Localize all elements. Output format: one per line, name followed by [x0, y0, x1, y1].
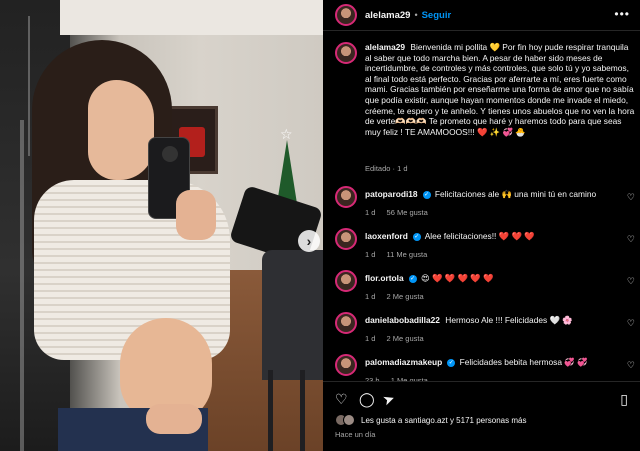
comment-time: 1 d [365, 334, 376, 343]
comment-meta: 1 d 2 Me gusta [365, 292, 433, 301]
post-actions: ♡ ◯ ➤ ▯ Les gusta a santiago.azt y 5171 … [323, 381, 640, 451]
more-horizontal-icon[interactable]: ••• [614, 7, 630, 21]
comment-time: 1 d [365, 208, 376, 217]
heart-icon[interactable]: ♡ [627, 192, 635, 203]
avatar[interactable] [335, 354, 357, 376]
comment-body: danielabobadilla22 Hermoso Ale !!! Felic… [365, 315, 613, 326]
comment-text: Hermoso Ale !!! Felicidades 🤍 🌸 [445, 315, 573, 325]
avatar[interactable] [335, 42, 357, 64]
comment-meta: 1 d 56 Me gusta [365, 208, 437, 217]
heart-icon[interactable]: ♡ [335, 391, 348, 408]
photo-ceiling [60, 0, 323, 35]
separator-dot: • [414, 10, 418, 20]
comment-username[interactable]: laoxenford [365, 231, 408, 241]
caption-time: 1 d [397, 164, 408, 173]
caption-meta: Editado · 1 d [365, 164, 408, 173]
comment-body: flor.ortola ✓ 😍 ❤️ ❤️ ❤️ ❤️ ❤️ [365, 273, 613, 284]
caption-text: alelama29 Bienvenida mi pollita 💛 Por fi… [365, 42, 635, 137]
comment-likes[interactable]: 2 Me gusta [387, 292, 424, 301]
edited-label: Editado [365, 164, 391, 173]
photo-chair [262, 250, 323, 380]
caption-body: Bienvenida mi pollita 💛 Por fin hoy pude… [365, 42, 635, 137]
comment-body: palomadiazmakeup ✓ Felicidades bebita her… [365, 357, 613, 368]
photo-mirror-edge [20, 120, 24, 451]
comment-username[interactable]: flor.ortola [365, 273, 404, 283]
post-photo[interactable]: ☆ › [0, 0, 323, 451]
avatar[interactable] [335, 4, 357, 26]
heart-icon[interactable]: ♡ [627, 360, 635, 371]
likes-text[interactable]: Les gusta a santiago.azt y 5171 personas… [361, 416, 526, 425]
photo-hand [176, 190, 216, 240]
comment-username[interactable]: danielabobadilla22 [365, 315, 440, 325]
avatar[interactable] [335, 186, 357, 208]
comment-meta: 1 d 2 Me gusta [365, 334, 433, 343]
comment-likes[interactable]: 2 Me gusta [387, 334, 424, 343]
comment-likes[interactable]: 56 Me gusta [387, 208, 428, 217]
follow-button[interactable]: Seguir [422, 10, 452, 21]
share-icon[interactable]: ➤ [380, 390, 397, 410]
comment-text: Alee felicitaciones!! ❤️ ❤️ ❤️ [424, 231, 535, 241]
verified-badge-icon: ✓ [408, 274, 417, 283]
avatar[interactable] [335, 228, 357, 250]
comment-body: patoparodi18 ✓ Felicitaciones ale 🙌 una m… [365, 189, 613, 200]
photo-chair-leg [300, 370, 305, 451]
post-sidebar: alelama29 • Seguir ••• alelama29 Bienven… [323, 0, 640, 451]
avatar[interactable] [335, 270, 357, 292]
bookmark-icon[interactable]: ▯ [620, 391, 628, 408]
comment-item: flor.ortola ✓ 😍 ❤️ ❤️ ❤️ ❤️ ❤️ 1 d 2 Me g… [335, 270, 635, 310]
photo-hangers [0, 16, 30, 156]
author-username[interactable]: alelama29 [365, 10, 410, 21]
photo-face [88, 80, 154, 180]
post-header: alelama29 • Seguir ••• [323, 0, 640, 31]
verified-badge-icon: ✓ [447, 358, 456, 367]
comment-text: 😍 ❤️ ❤️ ❤️ ❤️ ❤️ [420, 273, 494, 283]
comment-icon[interactable]: ◯ [359, 391, 375, 408]
comment-item: danielabobadilla22 Hermoso Ale !!! Felic… [335, 312, 635, 352]
comment-time: 1 d [365, 292, 376, 301]
verified-badge-icon: ✓ [412, 232, 421, 241]
next-photo-button[interactable]: › [298, 230, 320, 252]
photo-chair-leg [268, 370, 273, 451]
avatar[interactable] [335, 312, 357, 334]
comment-meta: 1 d 11 Me gusta [365, 250, 436, 259]
caption-username[interactable]: alelama29 [365, 42, 405, 52]
posted-ago: Hace un día [335, 430, 376, 439]
likes-summary[interactable]: Les gusta a santiago.azt y 5171 personas… [335, 414, 526, 426]
comment-username[interactable]: palomadiazmakeup [365, 357, 442, 367]
comment-item: patoparodi18 ✓ Felicitaciones ale 🙌 una m… [335, 186, 635, 226]
comment-username[interactable]: patoparodi18 [365, 189, 418, 199]
comment-text: Felicitaciones ale 🙌 una mini tú en cami… [434, 189, 597, 199]
comment-item: laoxenford ✓ Alee felicitaciones!! ❤️ ❤️ … [335, 228, 635, 268]
heart-icon[interactable]: ♡ [627, 318, 635, 329]
comment-body: laoxenford ✓ Alee felicitaciones!! ❤️ ❤️ … [365, 231, 613, 242]
comment-likes[interactable]: 11 Me gusta [387, 250, 428, 259]
heart-icon[interactable]: ♡ [627, 234, 635, 245]
comment-text: Felicidades bebita hermosa 💞 💞 [459, 357, 588, 367]
heart-icon[interactable]: ♡ [627, 276, 635, 287]
comment-time: 1 d [365, 250, 376, 259]
avatar [343, 414, 355, 426]
photo-hand [146, 404, 202, 434]
verified-badge-icon: ✓ [422, 190, 431, 199]
